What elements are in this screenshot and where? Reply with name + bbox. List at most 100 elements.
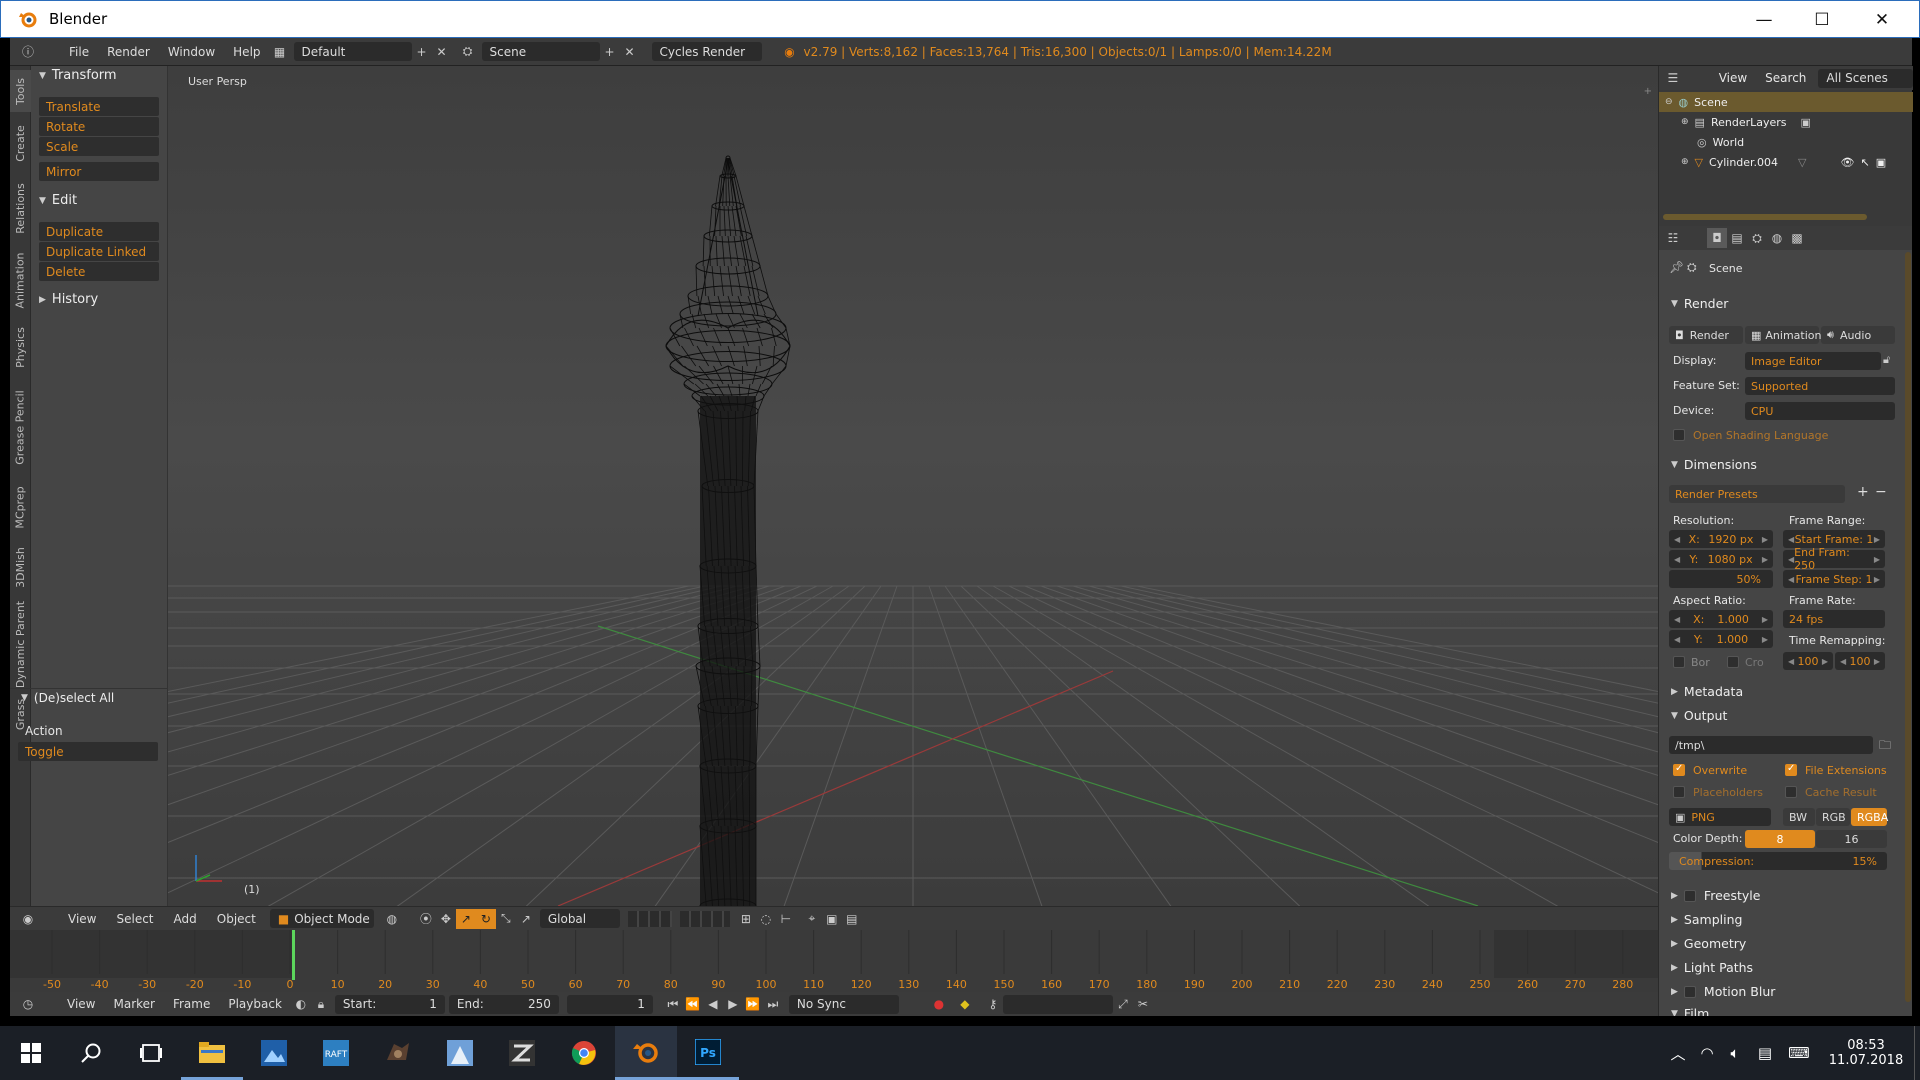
delete-button[interactable]: Delete — [39, 262, 159, 281]
record-icon[interactable]: ● — [929, 994, 949, 1014]
aspect-x-field[interactable]: ◀ X: 1.000 ▶ — [1669, 610, 1773, 628]
viewport-canvas[interactable] — [168, 66, 1658, 906]
play-icon[interactable]: ▶ — [723, 994, 743, 1014]
menu-tl-view[interactable]: View — [58, 997, 104, 1011]
tab-tools[interactable]: Tools — [10, 70, 31, 112]
tab-grease-pencil[interactable]: Grease Pencil — [10, 378, 31, 476]
jump-prev-key-icon[interactable]: ⏪ — [683, 994, 703, 1014]
device-select[interactable]: CPU — [1745, 402, 1895, 420]
outliner-row-scene[interactable]: ⊖ ◍ Scene — [1659, 92, 1913, 112]
current-frame-cursor[interactable] — [292, 930, 295, 980]
render-preview-icon[interactable]: ▣ — [822, 909, 842, 929]
resolution-percentage-field[interactable]: 50% — [1669, 570, 1773, 588]
rotate-manipulator-icon[interactable]: ↻ — [475, 908, 496, 929]
end-frame-field[interactable]: End: 250 — [448, 994, 559, 1014]
world-tab-icon[interactable]: ◍ — [1767, 228, 1787, 248]
editor-type-timeline-icon[interactable]: ◷ — [18, 994, 38, 1014]
menu-add[interactable]: Add — [164, 912, 207, 926]
audio-button[interactable]: 🔊︎ Audio — [1821, 326, 1895, 344]
opengl-render-icon[interactable]: ▤ — [842, 909, 862, 929]
chrome-icon[interactable] — [553, 1026, 615, 1080]
tab-dynamic-parent[interactable]: Dynamic Parent — [10, 598, 31, 690]
zbrush-app-icon[interactable] — [491, 1026, 553, 1080]
light-paths-panel-header[interactable]: ▶ Light Paths — [1671, 960, 1753, 975]
file-format-select[interactable]: ▣ PNG — [1669, 808, 1771, 826]
keying-set-icon[interactable]: ⚷ — [983, 994, 1003, 1014]
snap-element-icon[interactable]: ⊢ — [776, 909, 796, 929]
action-toggle-field[interactable]: Toggle — [18, 742, 158, 761]
display-select[interactable]: Image Editor — [1745, 352, 1881, 370]
manipulator-toggle-icon[interactable]: ✥ — [436, 909, 456, 929]
output-path-field[interactable]: /tmp\ — [1669, 736, 1873, 754]
transform-panel-header[interactable]: ▼ Transform — [39, 68, 117, 83]
menu-select[interactable]: Select — [106, 912, 163, 926]
menu-render[interactable]: Render — [98, 45, 159, 59]
tab-physics[interactable]: Physics — [10, 318, 31, 376]
remove-screen-icon[interactable]: ✕ — [432, 42, 452, 62]
close-button[interactable]: ✕ — [1853, 1, 1911, 39]
pivot-point-icon[interactable]: ⦿ — [416, 909, 436, 929]
translate-button[interactable]: Translate — [39, 97, 159, 116]
sync-mode-select[interactable]: No Sync — [788, 994, 899, 1014]
end-frame-prop-field[interactable]: ◀ End Fram: 250 ▶ — [1783, 546, 1885, 572]
start-button[interactable] — [0, 1026, 62, 1080]
raft-app-icon[interactable]: RAFT — [305, 1026, 367, 1080]
menu-view[interactable]: View — [58, 912, 106, 926]
menu-frame[interactable]: Frame — [164, 997, 219, 1011]
render-presets-menu[interactable]: Render Presets — [1669, 485, 1845, 503]
output-panel-header[interactable]: ▼ Output — [1671, 708, 1727, 723]
aspect-y-field[interactable]: ◀ Y: 1.000 ▶ — [1669, 630, 1773, 648]
outliner-row-world[interactable]: ◎ World — [1659, 132, 1913, 152]
wifi-icon[interactable]: ◠ — [1694, 1026, 1720, 1080]
delete-keyframe-icon[interactable]: ✂ — [1133, 994, 1153, 1014]
render-button[interactable]: ◘ Render — [1669, 326, 1743, 344]
scene-field[interactable]: Scene — [481, 42, 600, 61]
task-view-icon[interactable] — [120, 1026, 182, 1080]
scene-range-icon[interactable]: ◐ — [291, 994, 311, 1014]
compression-slider[interactable]: Compression: 15% — [1669, 852, 1887, 870]
tab-relations[interactable]: Relations — [10, 174, 31, 242]
outliner-scrollbar[interactable] — [1663, 214, 1867, 220]
scene-icon[interactable]: ⛭ — [458, 42, 478, 62]
osl-checkbox[interactable] — [1673, 429, 1685, 441]
crop-checkbox[interactable] — [1727, 656, 1739, 668]
keyframe-icon[interactable]: ◆ — [955, 994, 975, 1014]
menu-window[interactable]: Window — [159, 45, 224, 59]
render-panel-header[interactable]: ▼ Render — [1671, 296, 1728, 311]
photo-app-icon[interactable] — [243, 1026, 305, 1080]
info-editor-icon[interactable]: ⓘ — [18, 42, 38, 62]
duplicate-linked-button[interactable]: Duplicate Linked — [39, 242, 159, 261]
lock-interface-icon[interactable]: 🔓︎ — [1883, 353, 1890, 367]
placeholders-checkbox[interactable] — [1673, 786, 1685, 798]
color-mode-rgb[interactable]: RGB — [1816, 808, 1850, 826]
frame-step-field[interactable]: ◀ Frame Step: 1 ▶ — [1783, 570, 1885, 588]
blender-taskbar-icon[interactable] — [615, 1026, 677, 1080]
keying-set-field[interactable] — [1002, 994, 1113, 1014]
file-extensions-checkbox[interactable] — [1785, 763, 1797, 776]
editor-type-properties-icon[interactable]: ☷ — [1663, 228, 1683, 248]
clock[interactable]: 08:53 11.07.2018 — [1822, 1026, 1910, 1080]
start-frame-field[interactable]: Start: 1 — [334, 994, 445, 1014]
region-expand-icon[interactable]: + — [1644, 86, 1652, 97]
pin-icon[interactable]: 📌︎ — [1669, 260, 1684, 274]
layers-grid-a[interactable] — [627, 910, 672, 927]
tab-3dmish[interactable]: 3DMish — [10, 538, 31, 596]
current-frame-field[interactable]: 1 — [566, 994, 653, 1014]
freestyle-panel-header[interactable]: ▶ Freestyle — [1671, 888, 1760, 903]
minimize-button[interactable]: — — [1735, 1, 1793, 39]
texture-tab-icon[interactable]: ▩ — [1787, 228, 1807, 248]
scale-button[interactable]: Scale — [39, 137, 159, 156]
renderable-camera-icon[interactable]: ▣ — [1876, 156, 1886, 169]
render-engine-select[interactable]: Cycles Render — [651, 42, 762, 61]
layers-grid-b[interactable] — [679, 910, 730, 927]
play-reverse-icon[interactable]: ◀ — [703, 994, 723, 1014]
operator-panel-header[interactable]: ▼ (De)select All — [21, 691, 114, 705]
photoshop-icon[interactable]: Ps — [677, 1026, 739, 1080]
timeline-ruler[interactable]: -50 -40 -30 -20 -10 0 10 20 30 40 50 60 70 80 90 100 110… — [10, 930, 1658, 992]
cache-result-checkbox[interactable] — [1785, 786, 1797, 798]
color-mode-bw[interactable]: BW — [1783, 808, 1815, 826]
viewport-shading-icon[interactable]: ◍ — [382, 909, 402, 929]
search-icon[interactable] — [60, 1026, 122, 1080]
file-explorer-icon[interactable] — [181, 1026, 243, 1080]
keyboard-icon[interactable]: ⌨︎ — [1784, 1026, 1814, 1080]
